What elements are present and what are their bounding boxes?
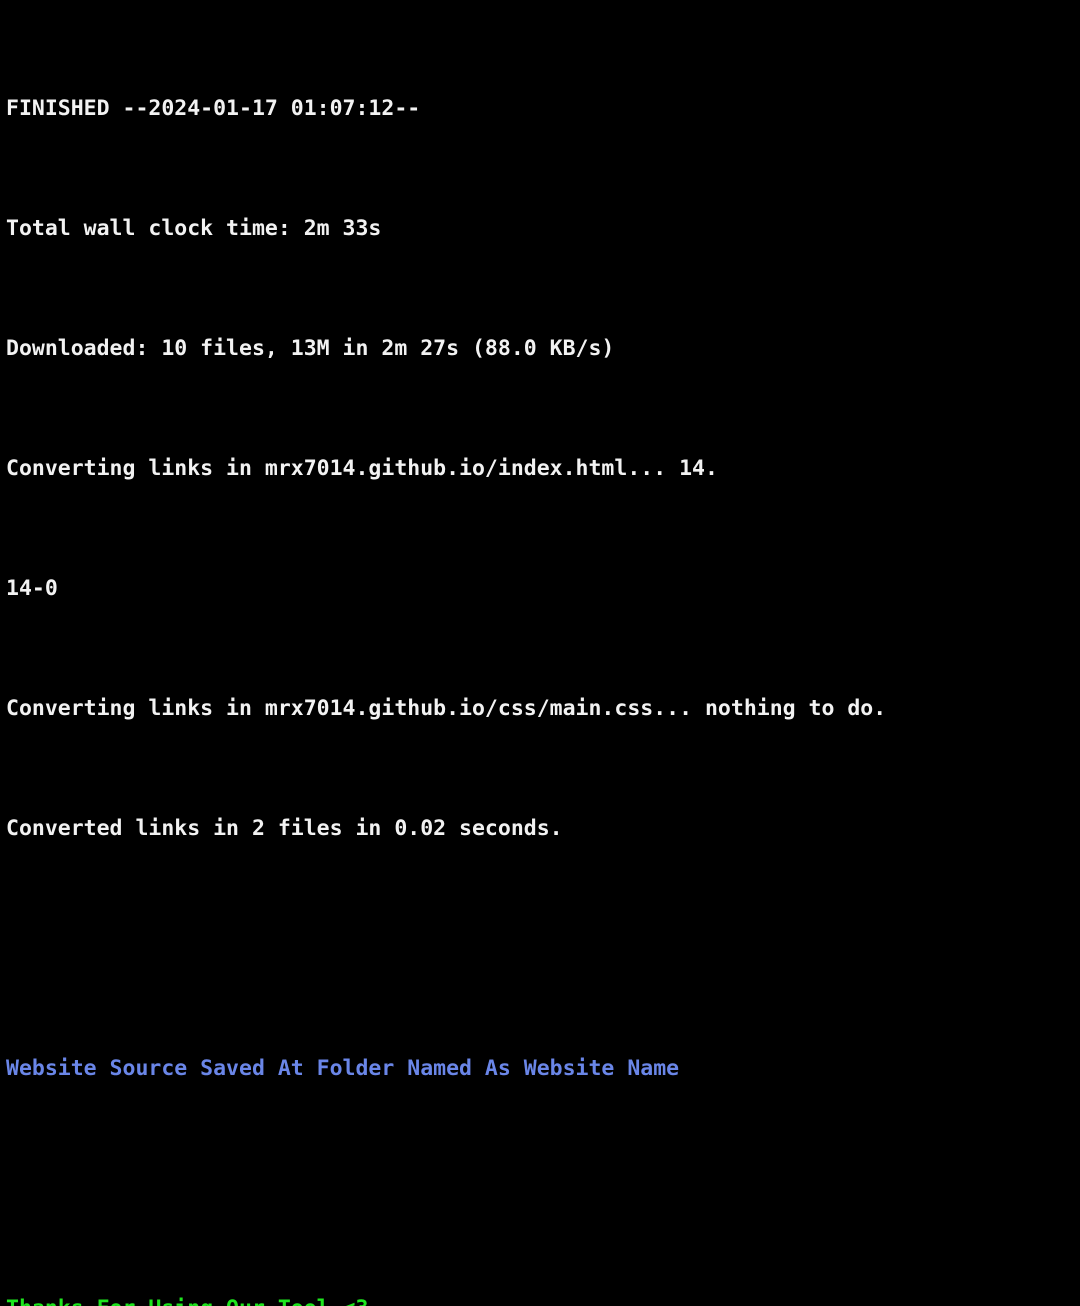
thanks-message-line: Thanks For Using Our Tool <3 [6,1294,1080,1306]
wget-convert-index-wrap-text: 14-0 [6,576,58,601]
wget-downloaded-text: Downloaded: 10 files, 13M in 2m 27s (88.… [6,336,615,361]
saved-at-message-text: Website Source Saved At Folder Named As … [6,1056,680,1081]
wget-finished-line: FINISHED --2024-01-17 01:07:12-- [6,94,1080,124]
wget-converted-total-text: Converted links in 2 files in 0.02 secon… [6,816,563,841]
wget-wallclock-line: Total wall clock time: 2m 33s [6,214,1080,244]
wget-convert-css-line: Converting links in mrx7014.github.io/cs… [6,694,1080,724]
thanks-message-text: Thanks For Using Our Tool <3 [6,1296,368,1306]
wget-convert-index-text: Converting links in mrx7014.github.io/in… [6,456,718,481]
wget-converted-total-line: Converted links in 2 files in 0.02 secon… [6,814,1080,844]
wget-convert-index-wrap-line: 14-0 [6,574,1080,604]
wget-finished-text: FINISHED --2024-01-17 01:07:12-- [6,96,421,121]
saved-at-message-line: Website Source Saved At Folder Named As … [6,1054,1080,1084]
wget-downloaded-line: Downloaded: 10 files, 13M in 2m 27s (88.… [6,334,1080,364]
wget-convert-css-text: Converting links in mrx7014.github.io/cs… [6,696,887,721]
wget-wallclock-text: Total wall clock time: 2m 33s [6,216,382,241]
wget-convert-index-line: Converting links in mrx7014.github.io/in… [6,454,1080,484]
terminal-screen[interactable]: FINISHED --2024-01-17 01:07:12-- Total w… [0,0,1080,1306]
